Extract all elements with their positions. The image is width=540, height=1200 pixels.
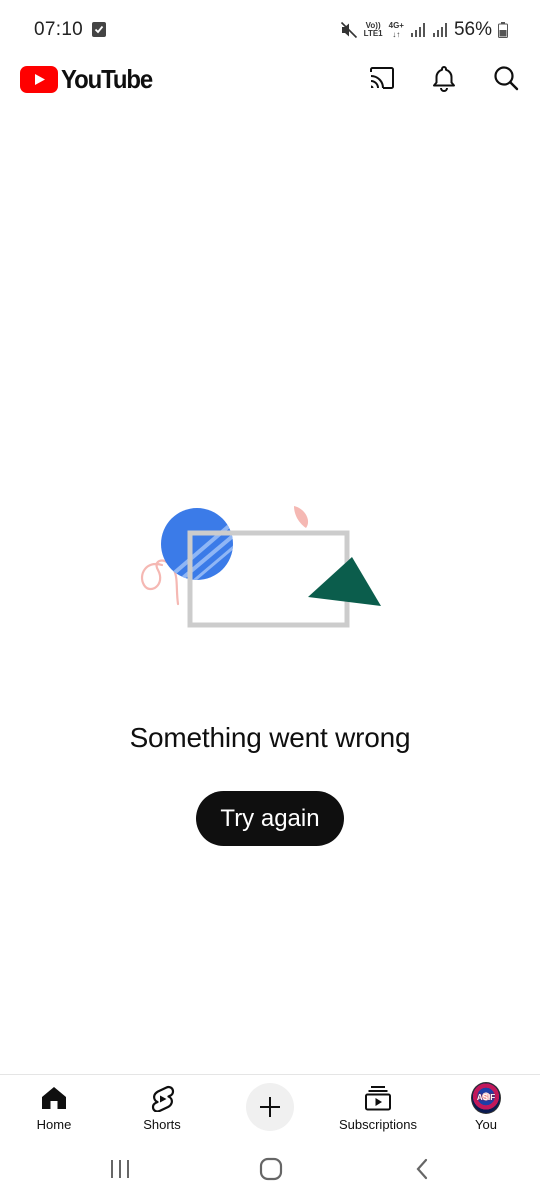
youtube-play-logo-icon [20,66,58,93]
subscriptions-icon [363,1083,393,1113]
back-chevron-icon [416,1158,428,1180]
home-icon [39,1083,69,1113]
recent-apps-button[interactable] [100,1154,140,1184]
nav-shorts-label: Shorts [143,1117,181,1132]
nav-subscriptions[interactable]: Subscriptions [336,1075,420,1141]
home-system-icon [259,1157,283,1181]
shorts-icon [147,1083,177,1113]
network-indicator: 4G+ ↓↑ [389,21,404,39]
notifications-button[interactable] [428,62,460,94]
task-check-icon [92,22,106,37]
plus-icon [260,1097,280,1117]
volte-bottom-label: LTE1 [363,29,383,38]
mute-icon [340,21,357,39]
nav-home[interactable]: Home [30,1075,78,1141]
app-header: YouTube [0,54,540,100]
search-icon [494,66,519,91]
status-indicators: Vo)) LTE1 4G+ ↓↑ 56% [340,18,508,42]
try-again-button[interactable]: Try again [196,791,344,846]
notifications-bell-icon [433,66,455,92]
avatar-text: ASIF [476,1093,496,1102]
bottom-navigation: Home Shorts Subscriptions ASIF You [0,1074,540,1140]
nav-shorts[interactable]: Shorts [136,1075,188,1141]
nav-home-label: Home [36,1117,72,1132]
nav-subscriptions-label: Subscriptions [338,1117,418,1132]
network-type-label: 4G+ [388,21,404,30]
header-actions [366,62,522,94]
nav-you-label: You [475,1117,497,1132]
signal-strength-icon-2 [432,23,447,37]
create-button[interactable] [246,1083,294,1131]
avatar-wrapper: ASIF [471,1082,501,1114]
cast-icon [370,67,394,89]
status-time: 07:10 [34,19,84,40]
error-illustration [140,506,381,628]
data-arrows-icon: ↓↑ [392,30,401,39]
youtube-logo[interactable]: YouTube [20,64,160,95]
youtube-logo-text: YouTube [61,64,153,94]
error-message: Something went wrong [129,722,411,753]
nav-you[interactable]: ASIF You [466,1075,506,1141]
home-system-button[interactable] [251,1154,291,1184]
battery-percentage: 56% [453,19,492,40]
battery-icon [498,22,508,38]
signal-strength-icon-1 [410,23,425,37]
back-system-button[interactable] [402,1154,442,1184]
search-button[interactable] [490,62,522,94]
status-bar: 07:10 Vo)) LTE1 4G+ ↓↑ 56% [0,0,540,60]
avatar: ASIF [471,1082,501,1114]
cast-button[interactable] [366,62,398,94]
volte-indicator: Vo)) LTE1 [364,22,383,38]
recent-apps-icon [111,1160,129,1178]
system-navigation-bar [0,1140,540,1200]
